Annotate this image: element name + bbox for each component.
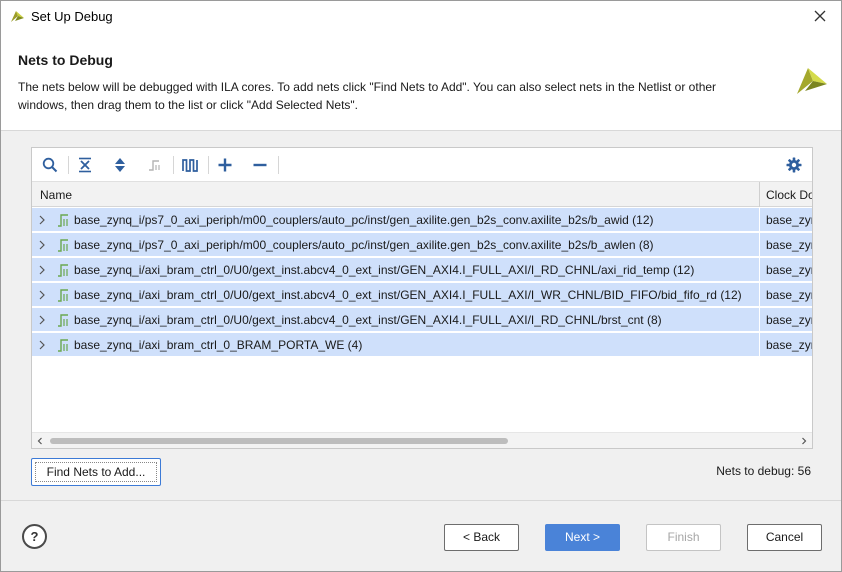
- clock-domain: base_zynq: [766, 313, 812, 327]
- clock-domain: base_zynq: [766, 263, 812, 277]
- close-icon: [814, 10, 826, 22]
- chevron-right-icon[interactable]: [38, 265, 46, 275]
- table-row[interactable]: base_zynq_i/axi_bram_ctrl_0_BRAM_PORTA_W…: [32, 333, 812, 357]
- collapse-all-icon: [79, 157, 91, 173]
- toolbar-separator: [278, 156, 279, 174]
- scrollbar-thumb[interactable]: [50, 438, 508, 444]
- net-name: base_zynq_i/ps7_0_axi_periph/m00_coupler…: [74, 238, 654, 252]
- waveform-icon: [182, 159, 198, 172]
- search-button[interactable]: [40, 155, 60, 175]
- search-icon: [42, 157, 58, 173]
- help-button[interactable]: ?: [22, 524, 47, 549]
- table-row[interactable]: base_zynq_i/ps7_0_axi_periph/m00_coupler…: [32, 233, 812, 257]
- close-button[interactable]: [805, 4, 835, 28]
- table-row[interactable]: base_zynq_i/ps7_0_axi_periph/m00_coupler…: [32, 208, 812, 232]
- table-header: Name Clock Domain: [32, 182, 812, 207]
- net-name: base_zynq_i/axi_bram_ctrl_0/U0/gext_inst…: [74, 288, 742, 302]
- expand-all-button[interactable]: [110, 155, 130, 175]
- clock-domain: base_zynq: [766, 213, 812, 227]
- net-filter-button: [145, 155, 165, 175]
- vivado-logo-icon: [797, 68, 827, 94]
- add-icon: [218, 158, 232, 172]
- chevron-right-icon[interactable]: [38, 240, 46, 250]
- signal-icon: [58, 264, 68, 277]
- table-row[interactable]: base_zynq_i/axi_bram_ctrl_0/U0/gext_inst…: [32, 308, 812, 332]
- toolbar-separator: [208, 156, 209, 174]
- signal-icon: [58, 339, 68, 352]
- title-bar: Set Up Debug: [1, 1, 841, 31]
- column-divider: [759, 233, 760, 257]
- chevron-left-icon[interactable]: [36, 437, 44, 445]
- find-nets-to-add-button[interactable]: Find Nets to Add...: [31, 458, 161, 486]
- page-description: The nets below will be debugged with ILA…: [18, 80, 717, 112]
- clock-domain: base_zynq: [766, 238, 812, 252]
- window-title: Set Up Debug: [31, 9, 113, 24]
- next-button[interactable]: Next >: [545, 524, 620, 551]
- net-name: base_zynq_i/axi_bram_ctrl_0/U0/gext_inst…: [74, 263, 695, 277]
- clock-domain: base_zynq: [766, 338, 812, 352]
- signal-icon: [58, 239, 68, 252]
- waveform-button[interactable]: [180, 155, 200, 175]
- chevron-right-icon[interactable]: [38, 315, 46, 325]
- signal-icon: [58, 214, 68, 227]
- remove-icon: [253, 163, 267, 167]
- footer-divider: [1, 500, 841, 501]
- collapse-all-button[interactable]: [75, 155, 95, 175]
- clock-domain: base_zynq: [766, 288, 812, 302]
- table-row[interactable]: base_zynq_i/axi_bram_ctrl_0/U0/gext_inst…: [32, 283, 812, 307]
- nets-table-body: base_zynq_i/ps7_0_axi_periph/m00_coupler…: [32, 208, 812, 432]
- nets-to-debug-count: Nets to debug: 56: [716, 464, 811, 478]
- column-divider: [759, 208, 760, 232]
- column-divider: [759, 308, 760, 332]
- chevron-right-icon[interactable]: [38, 290, 46, 300]
- set-up-debug-dialog: Set Up Debug Nets to Debug The nets belo…: [0, 0, 842, 572]
- column-divider: [759, 258, 760, 282]
- column-header-clock-domain[interactable]: Clock Domain: [766, 188, 812, 202]
- back-button[interactable]: < Back: [444, 524, 519, 551]
- horizontal-scrollbar[interactable]: [32, 432, 812, 448]
- remove-button[interactable]: [250, 155, 270, 175]
- column-header-name[interactable]: Name: [40, 188, 72, 202]
- vivado-app-icon: [11, 11, 24, 22]
- settings-button[interactable]: [784, 155, 804, 175]
- table-row[interactable]: base_zynq_i/axi_bram_ctrl_0/U0/gext_inst…: [32, 258, 812, 282]
- cancel-button[interactable]: Cancel: [747, 524, 822, 551]
- chevron-right-icon[interactable]: [38, 340, 46, 350]
- net-name: base_zynq_i/axi_bram_ctrl_0_BRAM_PORTA_W…: [74, 338, 363, 352]
- toolbar-separator: [68, 156, 69, 174]
- column-divider: [759, 283, 760, 307]
- chevron-right-icon[interactable]: [800, 437, 808, 445]
- column-divider: [759, 333, 760, 357]
- net-name: base_zynq_i/ps7_0_axi_periph/m00_coupler…: [74, 213, 654, 227]
- page-header: Nets to Debug The nets below will be deb…: [1, 31, 841, 131]
- add-button[interactable]: [215, 155, 235, 175]
- page-title: Nets to Debug: [18, 52, 113, 68]
- finish-button: Finish: [646, 524, 721, 551]
- settings-icon: [786, 157, 802, 173]
- net-filter-icon: [149, 160, 160, 171]
- nets-panel: Name Clock Domain base_zynq_i/ps7_0_axi_…: [31, 147, 813, 449]
- expand-all-icon: [115, 158, 125, 172]
- toolbar-separator: [173, 156, 174, 174]
- nets-toolbar: [32, 148, 812, 182]
- net-name: base_zynq_i/axi_bram_ctrl_0/U0/gext_inst…: [74, 313, 662, 327]
- signal-icon: [58, 314, 68, 327]
- chevron-right-icon[interactable]: [38, 215, 46, 225]
- signal-icon: [58, 289, 68, 302]
- column-divider[interactable]: [759, 182, 760, 207]
